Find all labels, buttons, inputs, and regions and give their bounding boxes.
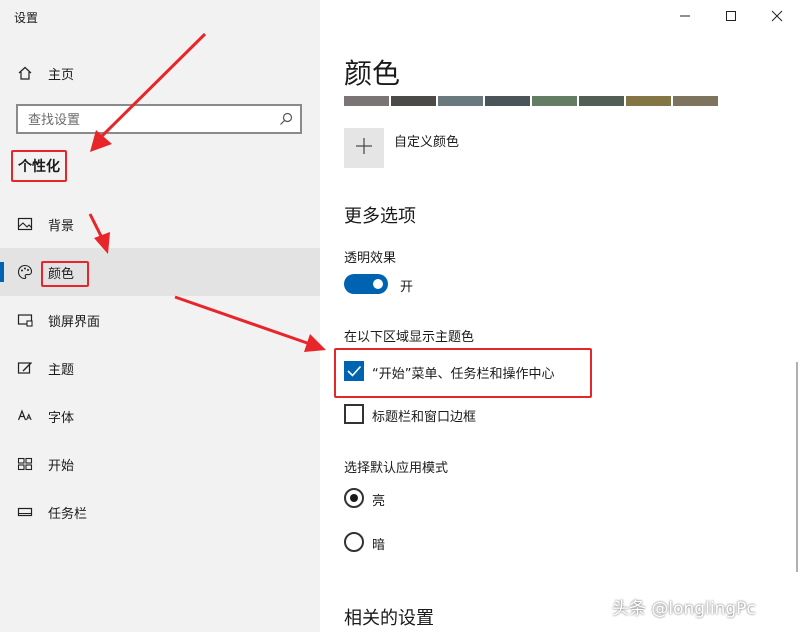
sidebar-item-label: 开始 — [48, 458, 75, 474]
titlebar-checkbox[interactable] — [344, 404, 364, 424]
search-icon[interactable] — [278, 111, 294, 127]
minimize-button[interactable] — [662, 0, 708, 32]
section-header-personalization: 个性化 — [11, 150, 67, 182]
close-icon — [771, 7, 783, 26]
image-icon — [16, 215, 34, 233]
color-swatch[interactable] — [391, 96, 436, 106]
watermark: 头条 @longlingPc — [612, 599, 756, 619]
dark-mode-label: 暗 — [372, 538, 386, 553]
custom-color-button[interactable] — [344, 128, 384, 168]
page-title: 颜色 — [344, 57, 401, 90]
sidebar-item-taskbar[interactable]: 任务栏 — [0, 488, 320, 536]
sidebar-item-label: 锁屏界面 — [48, 314, 101, 330]
transparency-toggle[interactable] — [344, 274, 388, 294]
app-title: 设置 — [14, 11, 39, 25]
transparency-state: 开 — [400, 280, 414, 295]
accent-surfaces-label: 在以下区域显示主题色 — [344, 330, 475, 345]
taskbar-icon — [16, 503, 34, 521]
color-swatches — [344, 96, 720, 106]
annotation-box-colors — [41, 261, 89, 287]
light-mode-label: 亮 — [372, 494, 386, 509]
maximize-icon — [725, 7, 737, 26]
scrollbar[interactable] — [796, 362, 798, 572]
annotation-box-checkbox — [334, 348, 592, 398]
light-mode-radio[interactable] — [344, 488, 364, 508]
sidebar-item-fonts[interactable]: 字体 — [0, 392, 320, 440]
lockscreen-icon — [16, 311, 34, 329]
minimize-icon — [679, 7, 691, 26]
app-mode-label: 选择默认应用模式 — [344, 461, 449, 476]
sidebar-item-label: 背景 — [48, 218, 75, 234]
sidebar-item-themes[interactable]: 主题 — [0, 344, 320, 392]
color-swatch[interactable] — [673, 96, 718, 106]
sidebar-item-label: 字体 — [48, 410, 75, 426]
color-swatch[interactable] — [579, 96, 624, 106]
sidebar-item-start[interactable]: 开始 — [0, 440, 320, 488]
related-settings-heading: 相关的设置 — [344, 608, 434, 629]
search-input[interactable] — [26, 109, 280, 131]
plus-icon — [355, 137, 373, 159]
main-panel: 颜色 自定义颜色 更多选项 透明效果 开 在以下区域显示主题色 “开始”菜单、任… — [320, 0, 800, 632]
color-swatch[interactable] — [344, 96, 389, 106]
transparency-label: 透明效果 — [344, 251, 397, 266]
more-options-heading: 更多选项 — [344, 206, 416, 227]
dark-mode-radio[interactable] — [344, 532, 364, 552]
radio-dot — [350, 494, 358, 502]
sidebar: 设置 主页 个性化 背景 颜色 锁屏界面 主题 — [0, 0, 320, 632]
color-swatch[interactable] — [438, 96, 483, 106]
sidebar-item-home[interactable]: 主页 — [0, 56, 320, 90]
theme-icon — [16, 359, 34, 377]
color-swatch[interactable] — [485, 96, 530, 106]
close-button[interactable] — [754, 0, 800, 32]
selection-indicator — [0, 262, 4, 282]
home-icon — [16, 64, 34, 82]
toggle-knob — [373, 279, 383, 289]
palette-icon — [16, 263, 34, 281]
maximize-button[interactable] — [708, 0, 754, 32]
sidebar-item-label: 主页 — [48, 67, 75, 83]
font-icon — [16, 407, 34, 425]
sidebar-item-label: 任务栏 — [48, 506, 88, 522]
custom-color-label: 自定义颜色 — [394, 135, 460, 150]
sidebar-item-background[interactable]: 背景 — [0, 200, 320, 248]
sidebar-item-lockscreen[interactable]: 锁屏界面 — [0, 296, 320, 344]
titlebar-label: 标题栏和窗口边框 — [372, 410, 477, 425]
search-box[interactable] — [16, 104, 302, 134]
sidebar-item-label: 主题 — [48, 362, 75, 378]
color-swatch[interactable] — [626, 96, 671, 106]
start-icon — [16, 455, 34, 473]
color-swatch[interactable] — [532, 96, 577, 106]
